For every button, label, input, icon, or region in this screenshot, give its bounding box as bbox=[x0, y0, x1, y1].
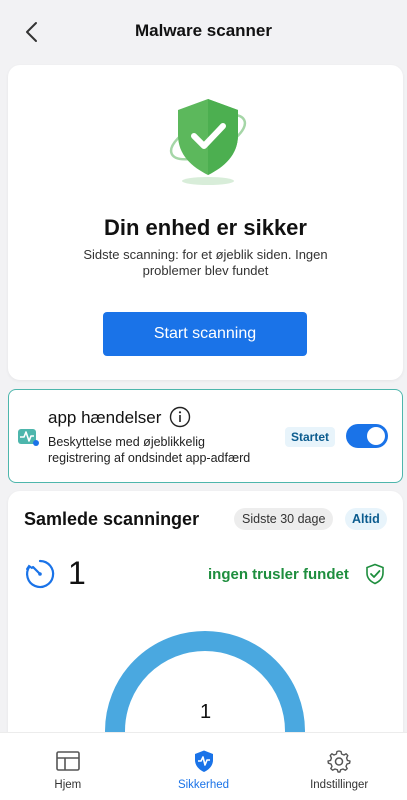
filter-always[interactable]: Altid bbox=[345, 508, 387, 530]
nav-label-home: Hjem bbox=[54, 779, 82, 791]
scan-count: 1 bbox=[68, 555, 86, 591]
nav-label-security: Sikkerhed bbox=[177, 779, 230, 791]
info-icon[interactable] bbox=[169, 406, 191, 428]
nav-item-home[interactable]: Hjem bbox=[0, 733, 136, 800]
app-header: Malware scanner bbox=[0, 0, 407, 62]
app-events-toggle[interactable] bbox=[346, 424, 388, 448]
status-description: Sidste scanning: for et øjeblik siden. I… bbox=[83, 247, 328, 278]
shield-check-icon bbox=[158, 93, 258, 193]
app-events-card: app hændelser Beskyttelse med øjeblikkel… bbox=[8, 389, 403, 483]
toggle-knob bbox=[367, 427, 385, 445]
total-scans-card: Samlede scanninger Sidste 30 dage Altid … bbox=[8, 491, 403, 800]
bottom-navigation: Hjem Sikkerhed Indstillinger bbox=[0, 732, 407, 800]
gear-icon bbox=[327, 750, 351, 773]
app-events-title: app hændelser bbox=[48, 408, 162, 427]
status-badge: Startet bbox=[285, 427, 336, 447]
check-shield-icon bbox=[365, 563, 385, 585]
dashboard-icon bbox=[56, 751, 80, 771]
back-button[interactable] bbox=[16, 16, 48, 48]
device-status-card: Din enhed er sikker Sidste scanning: for… bbox=[8, 65, 403, 380]
nav-item-security[interactable]: Sikkerhed bbox=[136, 733, 272, 800]
donut-center-value: 1 bbox=[199, 701, 212, 723]
filter-last-30-days[interactable]: Sidste 30 dage bbox=[234, 508, 334, 530]
activity-monitor-icon bbox=[17, 426, 39, 448]
timer-icon bbox=[24, 558, 56, 590]
app-events-description: Beskyttelse med øjeblikkelig registrerin… bbox=[48, 435, 251, 465]
status-headline: Din enhed er sikker bbox=[104, 215, 307, 240]
no-threats-text: ingen trusler fundet bbox=[208, 566, 349, 583]
start-scanning-button[interactable]: Start scanning bbox=[103, 312, 307, 356]
chevron-left-icon bbox=[26, 22, 37, 42]
nav-item-settings[interactable]: Indstillinger bbox=[271, 733, 407, 800]
nav-label-settings: Indstillinger bbox=[310, 779, 369, 791]
security-shield-icon bbox=[194, 750, 213, 772]
page-title: Malware scanner bbox=[134, 21, 272, 40]
scans-title: Samlede scanninger bbox=[24, 509, 200, 529]
